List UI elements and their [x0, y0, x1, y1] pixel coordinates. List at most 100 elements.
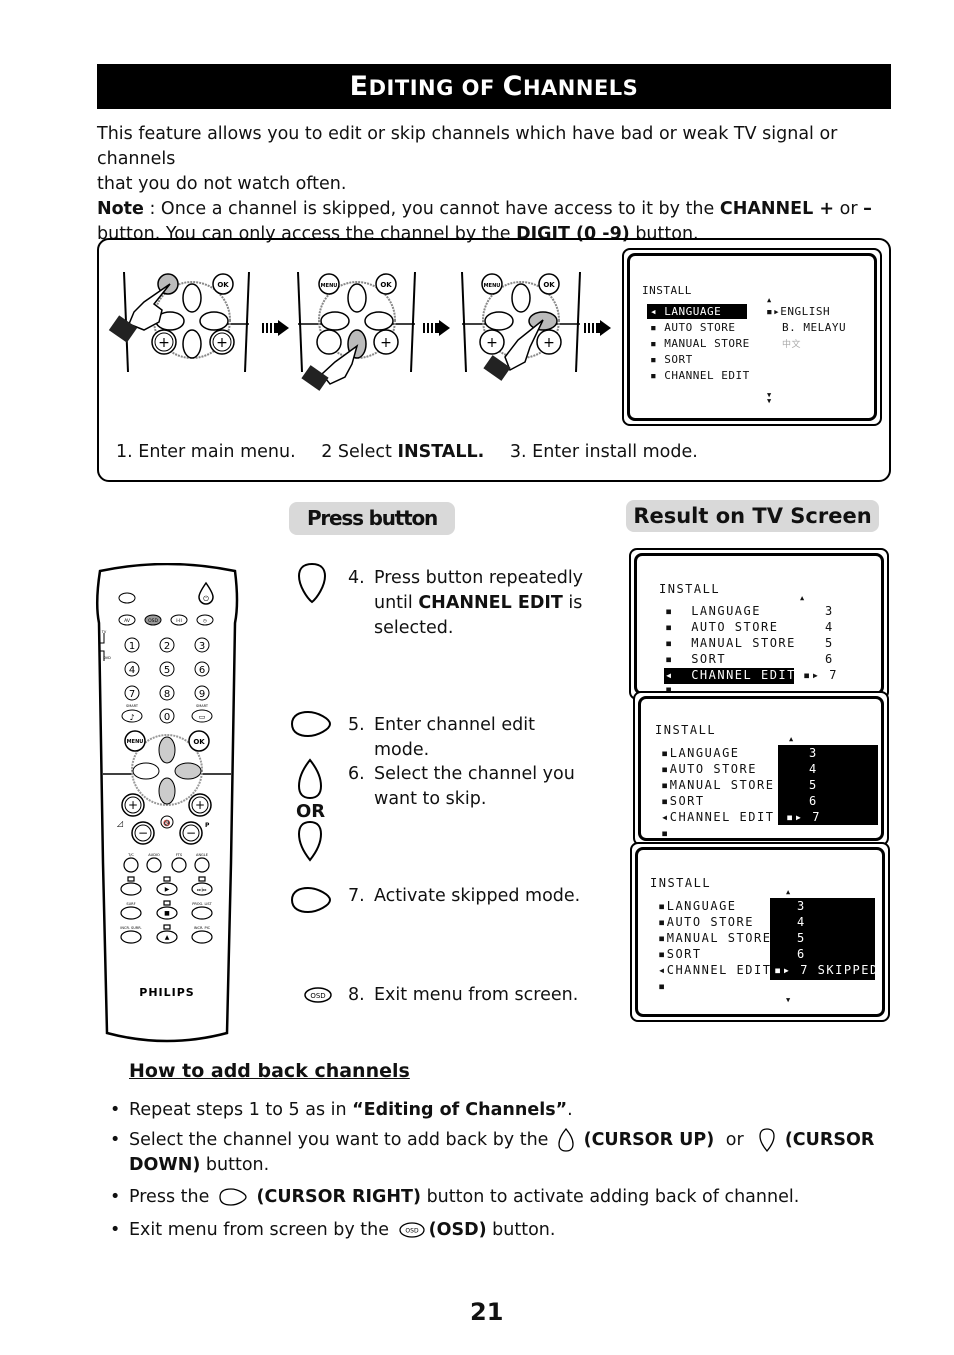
tv-menu-title: INSTALL [655, 723, 717, 737]
channel-number-selected: ▪▸ 7 [786, 810, 821, 824]
note-label: Note [97, 199, 144, 219]
svg-text:OSD: OSD [310, 992, 325, 1000]
bullet-item: • Repeat steps 1 to 5 as in “Editing of C… [110, 1100, 573, 1120]
cursor-right-icon [219, 1188, 247, 1206]
svg-text:⏻: ⏻ [203, 595, 209, 603]
svg-text:I-II: I-II [176, 618, 182, 624]
svg-text:OK: OK [543, 281, 555, 289]
page-number: 21 [470, 1298, 504, 1326]
svg-text:+: + [486, 335, 498, 351]
cursor-up-icon [558, 1128, 574, 1152]
svg-text:OK: OK [380, 281, 392, 289]
tv-menu-item: ▪LANGUAGE [661, 746, 740, 760]
svg-text:MENU: MENU [484, 283, 501, 289]
channel-number: 4 [797, 915, 806, 929]
tv-menu-item: ▪ MANUAL STORE [665, 636, 796, 650]
scroll-up-icon: ▲ [767, 296, 772, 304]
tv-menu-item: ▪ LANGUAGE [665, 604, 761, 618]
svg-text:ANGLE: ANGLE [196, 853, 208, 857]
philips-logo: PHILIPS [139, 986, 194, 999]
svg-text:+: + [195, 798, 205, 812]
step-6: 6. Select the channel you want to skip. [348, 764, 575, 809]
tv-option: 中文 [782, 340, 802, 350]
svg-text:+: + [380, 335, 392, 351]
step-8: 8. Exit menu from screen. [348, 985, 579, 1005]
channel-number: 6 [825, 652, 834, 666]
svg-text:+: + [543, 335, 555, 351]
channel-number: 6 [797, 947, 806, 961]
svg-text:1: 1 [129, 641, 135, 652]
channel-number-selected: ▪▸ 7 [803, 668, 838, 682]
cursor-down-icon [759, 1128, 775, 1152]
svg-text:FTS: FTS [176, 853, 183, 857]
arrow-right-icon [584, 320, 611, 336]
cursor-right-button-icon [290, 886, 332, 914]
step-7: 7. Activate skipped mode. [348, 886, 581, 906]
tv-menu-item: ▪SORT [661, 794, 705, 808]
svg-text:OK: OK [193, 738, 205, 746]
svg-text:AUDIO: AUDIO [148, 853, 160, 857]
title-part: HANNELS [522, 76, 639, 100]
svg-text:▸▸|▸▸: ▸▸|▸▸ [197, 887, 206, 892]
tv-menu-title: INSTALL [642, 284, 692, 297]
svg-text:SMART: SMART [126, 704, 139, 708]
tv-menu-item: ▪ AUTO STORE [665, 620, 779, 634]
step-1-caption: 1. Enter main menu. [116, 442, 296, 462]
remote-snippet-step2: MENU OK + [297, 271, 416, 391]
svg-text:▲: ▲ [165, 934, 170, 941]
svg-text:OSD: OSD [405, 1228, 419, 1235]
svg-text:9: 9 [199, 689, 205, 700]
tv-screen-install-menu: INSTALL ◂ LANGUAGE ▪ AUTO STORE ▪ MANUAL… [622, 248, 882, 426]
tv-menu-item-selected: ◂ LANGUAGE [650, 305, 722, 318]
intro-line: This feature allows you to edit or skip … [97, 124, 838, 169]
svg-text:INCR. SURR.: INCR. SURR. [120, 926, 141, 930]
svg-text:0: 0 [164, 712, 170, 723]
svg-text:🔇: 🔇 [163, 819, 171, 827]
svg-text:◿: ◿ [116, 819, 123, 828]
tv-menu-item: ▪AUTO STORE [661, 762, 757, 776]
svg-text:+: + [158, 335, 170, 351]
svg-text:7: 7 [129, 689, 135, 700]
svg-text:6: 6 [199, 665, 205, 676]
tv-menu-item: ▪AUTO STORE [658, 915, 754, 929]
svg-text:PROG. LIST: PROG. LIST [192, 902, 212, 906]
bullet-item: • Exit menu from screen by the OSD (OSD) b… [110, 1220, 556, 1240]
tv-option: B. MELAYU [782, 321, 847, 334]
osd-icon: OSD [398, 1222, 425, 1238]
title-part: E [349, 71, 369, 102]
svg-text:▭: ▭ [199, 713, 206, 721]
svg-text:◷: ◷ [203, 619, 207, 624]
tv-menu-item-selected: ◂CHANNEL EDIT [658, 963, 772, 977]
tv-menu-item: ▪MANUAL STORE [661, 778, 775, 792]
svg-text:T/C: T/C [127, 853, 134, 857]
tv-screen-result-2: INSTALL ▲ ▪LANGUAGE ▪AUTO STORE ▪MANUAL … [633, 691, 889, 846]
channel-number: 3 [809, 746, 818, 760]
arrow-right-icon [262, 320, 289, 336]
step-4: 4. Press button repeatedly until CHANNEL … [348, 568, 584, 638]
channel-number: 4 [809, 762, 818, 776]
channel-number: 3 [797, 899, 806, 913]
tv-menu-bullet: ▪ [661, 826, 670, 840]
scroll-down-icon: ▼ ▼ [767, 391, 772, 405]
tv-menu-item: ▪MANUAL STORE [658, 931, 772, 945]
steps-caption: 1. Enter main menu. 2 Select INSTALL. 3.… [116, 442, 718, 462]
tv-menu-title: INSTALL [650, 876, 712, 890]
svg-text:+: + [128, 798, 138, 812]
step-5: 5. Enter channel edit mode. [348, 715, 535, 760]
svg-text:SURF: SURF [126, 902, 135, 906]
svg-text:2: 2 [164, 641, 170, 652]
tv-menu-item: ▪ AUTO STORE [650, 321, 736, 334]
tv-screen-result-3: INSTALL ▲ ▪LANGUAGE ▪AUTO STORE ▪MANUAL … [630, 842, 890, 1022]
section-heading: How to add back channels [129, 1060, 410, 1082]
remote-snippet-step3: MENU OK + + [461, 271, 581, 381]
note-bold: CHANNEL + [719, 199, 835, 219]
svg-text:−: − [138, 826, 148, 840]
tv-option-selected: ▪▸ENGLISH [766, 305, 831, 318]
note-text: or [834, 199, 864, 219]
svg-text:■: ■ [164, 910, 170, 917]
step-2-caption: 2 Select INSTALL. [321, 442, 485, 462]
remote-control: ⏻ AV OSD I-II ◷ 1 2 3 4 5 6 7 8 9 0 ♪ ▭ SMART SM… [96, 563, 239, 1043]
svg-text:8: 8 [164, 689, 170, 700]
tv-screen-result-1: INSTALL ▲ ▪ LANGUAGE ▪ AUTO STORE ▪ MANU… [629, 548, 889, 700]
bullet-item: • Select the channel you want to add back… [110, 1128, 875, 1175]
